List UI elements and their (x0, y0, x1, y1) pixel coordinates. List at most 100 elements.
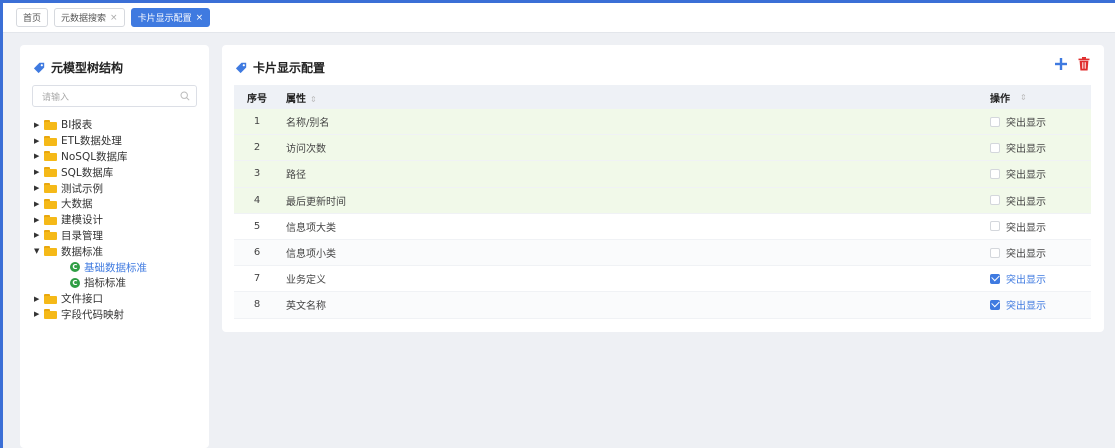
highlight-toggle[interactable]: 突出显示 (990, 219, 1091, 234)
table-row: 7 业务定义 突出显示 (234, 266, 1091, 293)
tree-node[interactable]: ▶ 文件接口 (34, 291, 204, 307)
folder-icon (44, 309, 57, 320)
window-left-border (0, 0, 3, 448)
search-icon[interactable] (180, 91, 190, 101)
tree-node[interactable]: C 指标标准 (34, 275, 204, 291)
highlight-label: 突出显示 (1006, 196, 1046, 208)
highlight-label: 突出显示 (1006, 301, 1046, 313)
tree-node-label: 基础数据标准 (84, 261, 147, 274)
caret-right-icon[interactable]: ▶ (34, 200, 44, 208)
tree-node-label: 数据标准 (61, 245, 103, 258)
tree-node[interactable]: ▶ BI报表 (34, 117, 204, 133)
tag-icon (235, 62, 247, 73)
tree-node[interactable]: C 基础数据标准 (34, 259, 204, 275)
highlight-toggle[interactable]: 突出显示 (990, 114, 1091, 129)
highlight-toggle[interactable]: 突出显示 (990, 297, 1091, 312)
highlight-checkbox[interactable] (990, 221, 1000, 232)
row-index: 7 (253, 273, 261, 285)
column-header-index: 序号 (247, 93, 267, 105)
tree-node-label: ETL数据处理 (61, 135, 122, 148)
caret-right-icon[interactable]: ▶ (34, 184, 44, 192)
tree-node[interactable]: ▶ 大数据 (34, 196, 204, 212)
highlight-checkbox[interactable] (990, 247, 1000, 258)
row-attribute: 信息项小类 (286, 249, 336, 261)
column-header-operation[interactable]: 操作 ⇕ (990, 90, 1091, 105)
folder-icon (44, 293, 57, 304)
row-index: 3 (253, 168, 261, 180)
row-attribute: 访问次数 (286, 144, 326, 156)
row-attribute: 路径 (286, 170, 306, 182)
tree-node[interactable]: ▶ 字段代码映射 (34, 307, 204, 323)
table-row: 2 访问次数 突出显示 (234, 135, 1091, 162)
row-index: 5 (253, 220, 261, 232)
highlight-label: 突出显示 (1006, 222, 1046, 234)
tab-0[interactable]: 首页 (16, 8, 49, 27)
highlight-checkbox[interactable] (990, 168, 1000, 179)
row-index: 6 (253, 247, 261, 259)
highlight-label: 突出显示 (1006, 118, 1046, 130)
row-index: 4 (253, 194, 261, 206)
tree-panel-title: 元模型树结构 (33, 59, 123, 76)
highlight-checkbox[interactable] (990, 195, 1000, 206)
highlight-toggle[interactable]: 突出显示 (990, 271, 1091, 286)
caret-right-icon[interactable]: ▶ (34, 121, 44, 129)
delete-icon[interactable] (1078, 57, 1090, 71)
tree-node[interactable]: ▼ 数据标准 (34, 243, 204, 259)
add-icon[interactable] (1054, 57, 1068, 71)
tree-node-label: 测试示例 (61, 182, 103, 195)
tree-node[interactable]: ▶ 建模设计 (34, 212, 204, 228)
tab-label: 元数据搜索 (61, 14, 107, 24)
card-display-config-panel: 卡片显示配置 序号 属性 ⇕ 操作 ⇕ 1 名称/别名 突出显示 2 访问次数 突出显示 3 路径… (222, 45, 1104, 332)
caret-right-icon[interactable]: ▶ (34, 216, 44, 224)
caret-down-icon[interactable]: ▼ (34, 247, 44, 255)
table-body: 1 名称/别名 突出显示 2 访问次数 突出显示 3 路径 突出显示 4 最后更新时间 突出显示 5 信息… (234, 109, 1091, 319)
tab-2[interactable]: 卡片显示配置 × (130, 8, 211, 27)
config-panel-title-text: 卡片显示配置 (253, 61, 326, 75)
tree-search-placeholder: 请输入 (42, 92, 70, 103)
tree-node-label: 字段代码映射 (61, 308, 124, 321)
close-icon[interactable]: × (196, 13, 204, 23)
highlight-checkbox[interactable] (990, 299, 1000, 310)
highlight-toggle[interactable]: 突出显示 (990, 140, 1091, 155)
class-icon: C (70, 262, 80, 273)
folder-icon (44, 198, 57, 209)
meta-model-tree-panel: 元模型树结构 请输入 ▶ BI报表 ▶ ETL数据处理 ▶ NoSQL数据库 ▶ SQL数据库… (20, 45, 209, 448)
highlight-label: 突出显示 (1006, 170, 1046, 182)
tree-search-input[interactable]: 请输入 (32, 85, 197, 107)
row-attribute: 业务定义 (286, 275, 326, 287)
tree-node[interactable]: ▶ 目录管理 (34, 228, 204, 244)
highlight-checkbox[interactable] (990, 273, 1000, 284)
sort-icon[interactable]: ⇕ (310, 95, 317, 104)
folder-icon (44, 230, 57, 241)
tree-node[interactable]: ▶ NoSQL数据库 (34, 149, 204, 165)
table-row: 3 路径 突出显示 (234, 161, 1091, 188)
table-row: 4 最后更新时间 突出显示 (234, 187, 1091, 214)
meta-model-tree: ▶ BI报表 ▶ ETL数据处理 ▶ NoSQL数据库 ▶ SQL数据库 ▶ 测试示例 ▶ 大数据 ▶ 建… (34, 117, 204, 322)
caret-right-icon[interactable]: ▶ (34, 137, 44, 145)
caret-right-icon[interactable]: ▶ (34, 168, 44, 176)
folder-icon (44, 151, 57, 162)
folder-icon (44, 183, 57, 194)
caret-right-icon[interactable]: ▶ (34, 295, 44, 303)
tree-node-label: BI报表 (61, 119, 93, 132)
close-icon[interactable]: × (110, 13, 118, 23)
row-index: 1 (253, 116, 261, 128)
table-row: 5 信息项大类 突出显示 (234, 214, 1091, 240)
attribute-table: 序号 属性 ⇕ 操作 ⇕ 1 名称/别名 突出显示 2 访问次数 突出显示 3 路径 突出显示 4 最后… (234, 85, 1091, 319)
sort-icon[interactable]: ⇕ (1020, 93, 1027, 102)
tree-node-label: 目录管理 (61, 229, 103, 242)
highlight-toggle[interactable]: 突出显示 (990, 245, 1091, 260)
tab-bar: 首页 元数据搜索 × 卡片显示配置 × (3, 3, 1115, 33)
caret-right-icon[interactable]: ▶ (34, 152, 44, 160)
caret-right-icon[interactable]: ▶ (34, 231, 44, 239)
caret-right-icon[interactable]: ▶ (34, 310, 44, 318)
highlight-toggle[interactable]: 突出显示 (990, 193, 1091, 208)
highlight-toggle[interactable]: 突出显示 (990, 166, 1091, 181)
highlight-checkbox[interactable] (990, 116, 1000, 127)
tree-node[interactable]: ▶ ETL数据处理 (34, 133, 204, 149)
tab-1[interactable]: 元数据搜索 × (54, 8, 125, 27)
tree-node[interactable]: ▶ 测试示例 (34, 180, 204, 196)
tree-node[interactable]: ▶ SQL数据库 (34, 164, 204, 180)
column-header-attribute[interactable]: 属性 ⇕ (280, 90, 990, 105)
highlight-checkbox[interactable] (990, 142, 1000, 153)
